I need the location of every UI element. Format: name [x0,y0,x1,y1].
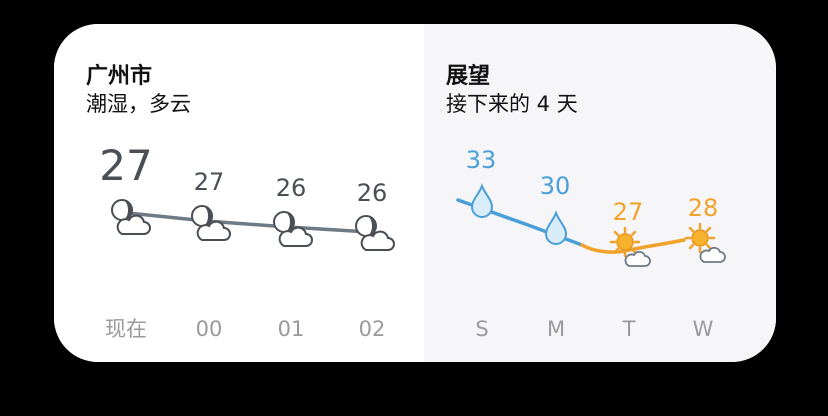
hourly-panel: 广州市 潮湿，多云 27 27 26 26 现在 00 01 02 [54,24,424,362]
sun-cloud-icon [684,222,726,263]
forecast-temp: 28 [688,194,719,222]
hour-label: 现在 [105,317,147,341]
hourly-temp: 26 [276,174,307,202]
forecast-panel: 展望 接下来的 4 天 33 30 27 28 S M T W [424,24,776,362]
hourly-chart: 27 27 26 26 现在 00 01 02 [99,141,395,341]
hourly-trend-line [126,211,371,234]
hourly-temp: 26 [357,179,388,207]
forecast-temp: 33 [466,146,497,174]
forecast-temp: 27 [613,198,644,226]
hour-label: 02 [359,317,386,341]
hourly-temp: 27 [194,168,225,196]
hourly-temp: 27 [99,141,152,190]
day-label: M [547,317,565,341]
hour-label: 01 [278,317,305,341]
forecast-chart: 33 30 27 28 S M T W [456,146,726,341]
day-label: T [622,317,636,341]
hour-label: 00 [196,317,223,341]
weather-widget[interactable]: 广州市 潮湿，多云 27 27 26 26 现在 00 01 02 展望 接下来… [54,24,776,362]
night-partly-cloudy-icon [355,215,395,251]
day-label: W [693,317,714,341]
night-partly-cloudy-icon [111,199,151,235]
day-label: S [475,317,488,341]
rain-drop-icon [470,183,494,218]
forecast-temp: 30 [540,172,571,200]
rain-drop-icon [544,210,568,245]
